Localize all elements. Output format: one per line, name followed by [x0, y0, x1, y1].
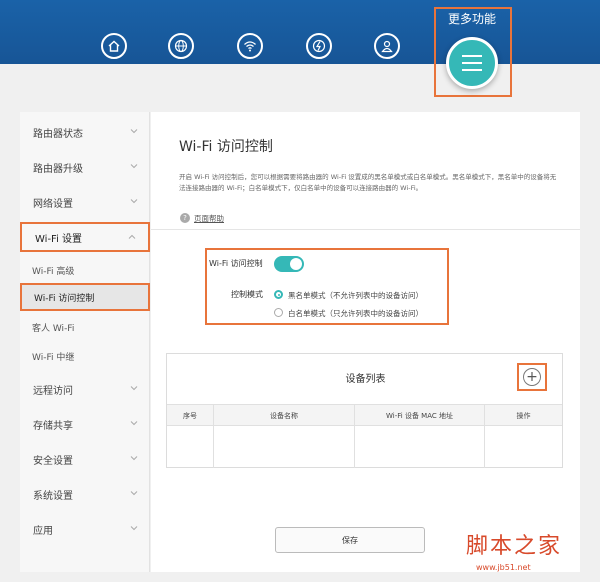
watermark-url: www.jb51.net [476, 563, 531, 572]
device-list-panel: 设备列表 + 序号 设备名称 Wi-Fi 设备 MAC 地址 操作 [166, 353, 563, 468]
sidebar-subitem-label: Wi-Fi 访问控制 [34, 293, 95, 304]
chevron-down-icon [130, 526, 138, 531]
column-header-index: 序号 [167, 405, 214, 427]
sidebar-item-label: 安全设置 [33, 455, 73, 467]
help-icon: ? [180, 213, 190, 223]
blacklist-mode-label[interactable]: 黑名单模式（不允许列表中的设备访问） [288, 290, 423, 301]
network-icon[interactable] [306, 33, 332, 59]
save-button[interactable]: 保存 [275, 527, 425, 553]
sidebar-item-remote-access[interactable]: 远程访问 [20, 375, 150, 403]
sidebar-item-wifi-settings[interactable]: Wi-Fi 设置 [20, 222, 150, 252]
hamburger-icon-line [462, 69, 482, 71]
sidebar-subitem-label: Wi-Fi 高级 [32, 266, 75, 277]
sidebar-item-label: 存储共享 [33, 420, 73, 432]
sidebar-item-storage-sharing[interactable]: 存储共享 [20, 410, 150, 438]
sidebar-item-router-status[interactable]: 路由器状态 [20, 118, 150, 146]
divider [151, 229, 580, 230]
sidebar-item-label: 应用 [33, 525, 53, 537]
table-row [167, 426, 562, 468]
wifi-icon[interactable] [237, 33, 263, 59]
chevron-up-icon [128, 234, 136, 239]
whitelist-mode-label[interactable]: 白名单模式（只允许列表中的设备访问） [288, 308, 423, 319]
control-mode-label: 控制模式 [231, 290, 263, 299]
page-description: 开启 Wi-Fi 访问控制后，您可以根据需要将路由器的 Wi-Fi 设置成的黑名… [179, 173, 557, 192]
sidebar-item-label: 路由器升级 [33, 163, 83, 175]
sidebar-item-security-settings[interactable]: 安全设置 [20, 445, 150, 473]
table-cell [167, 426, 214, 468]
hamburger-icon [462, 55, 482, 57]
sidebar-item-label: 路由器状态 [33, 128, 83, 140]
toggle-knob [290, 258, 302, 270]
sidebar-subitem-label: Wi-Fi 中继 [32, 352, 75, 363]
sidebar-item-system-settings[interactable]: 系统设置 [20, 480, 150, 508]
sidebar-item-label: 网络设置 [33, 198, 73, 210]
device-list-title: 设备列表 [345, 374, 386, 385]
chevron-down-icon [130, 129, 138, 134]
sidebar-subitem-wifi-advanced[interactable]: Wi-Fi 高级 [20, 258, 150, 282]
page-title: Wi-Fi 访问控制 [179, 139, 273, 155]
hamburger-icon-line [462, 62, 482, 64]
user-icon[interactable] [374, 33, 400, 59]
add-device-button[interactable]: + [523, 368, 541, 386]
column-header-mac-address: Wi-Fi 设备 MAC 地址 [355, 405, 485, 427]
table-cell [355, 426, 485, 468]
sidebar: 路由器状态 路由器升级 网络设置 Wi-Fi 设置 Wi-Fi 高级 Wi-Fi… [20, 112, 150, 572]
sidebar-subitem-label: 客人 Wi-Fi [32, 323, 75, 334]
table-cell [214, 426, 355, 468]
chevron-down-icon [130, 456, 138, 461]
sidebar-item-apps[interactable]: 应用 [20, 515, 150, 543]
watermark-logo: 脚本之家 [466, 534, 563, 559]
sidebar-item-network-settings[interactable]: 网络设置 [20, 188, 150, 216]
whitelist-radio[interactable] [274, 308, 283, 317]
chevron-down-icon [130, 164, 138, 169]
table-header: 序号 设备名称 Wi-Fi 设备 MAC 地址 操作 [167, 404, 562, 427]
chevron-down-icon [130, 421, 138, 426]
sidebar-item-label: 远程访问 [33, 385, 73, 397]
sidebar-subitem-wifi-access-control[interactable]: Wi-Fi 访问控制 [20, 283, 150, 311]
home-icon[interactable] [101, 33, 127, 59]
chevron-down-icon [130, 386, 138, 391]
sidebar-subitem-wifi-repeater[interactable]: Wi-Fi 中继 [20, 344, 150, 368]
column-header-device-name: 设备名称 [214, 405, 355, 427]
globe-icon[interactable] [168, 33, 194, 59]
main-panel: Wi-Fi 访问控制 开启 Wi-Fi 访问控制后，您可以根据需要将路由器的 W… [151, 112, 580, 572]
access-control-label: Wi-Fi 访问控制 [209, 259, 263, 268]
access-control-toggle[interactable] [274, 256, 304, 272]
sidebar-item-label: Wi-Fi 设置 [35, 233, 83, 245]
sidebar-item-router-upgrade[interactable]: 路由器升级 [20, 153, 150, 181]
hamburger-menu-button[interactable] [446, 37, 498, 89]
chevron-down-icon [130, 199, 138, 204]
chevron-down-icon [130, 491, 138, 496]
page-help-link[interactable]: 页面帮助 [194, 213, 224, 224]
column-header-actions: 操作 [516, 412, 531, 420]
blacklist-radio[interactable] [274, 290, 283, 299]
sidebar-item-label: 系统设置 [33, 490, 73, 502]
sidebar-subitem-guest-wifi[interactable]: 客人 Wi-Fi [20, 315, 150, 339]
